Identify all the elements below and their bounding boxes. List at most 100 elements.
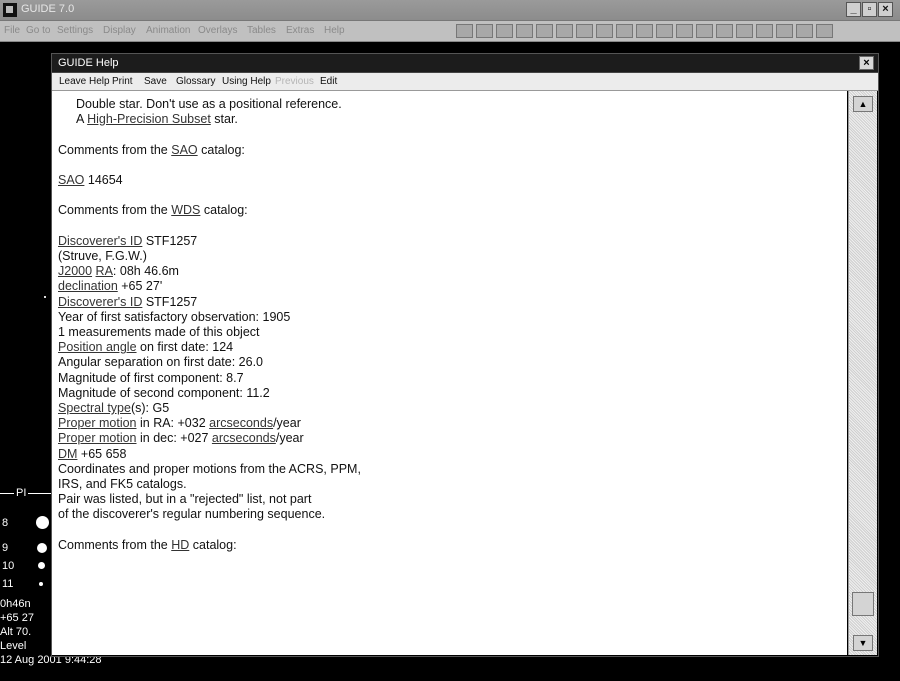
help-window: GUIDE Help × Leave Help Print Save Gloss… <box>51 53 879 657</box>
link-proper-motion[interactable]: Proper motion <box>58 416 137 430</box>
help-line: of the discoverer's regular numbering se… <box>58 507 326 522</box>
legend-label: 8 <box>2 517 9 529</box>
menu-extras[interactable]: Extras <box>286 25 314 36</box>
toolbar-button[interactable] <box>796 24 813 38</box>
toolbar-button[interactable] <box>716 24 733 38</box>
menu-help[interactable]: Help <box>324 25 345 36</box>
menu-file[interactable]: File <box>4 25 20 36</box>
link-sao[interactable]: SAO <box>58 173 84 187</box>
link-arcseconds[interactable]: arcseconds <box>209 416 273 430</box>
link-arcseconds[interactable]: arcseconds <box>212 431 276 445</box>
toolbar-button[interactable] <box>656 24 673 38</box>
link-ra[interactable]: RA <box>96 264 113 278</box>
help-line: Discoverer's ID STF1257 <box>58 233 198 248</box>
app-title: GUIDE 7.0 <box>21 3 75 15</box>
help-line: Angular separation on first date: 26.0 <box>58 355 263 370</box>
menu-tables[interactable]: Tables <box>247 25 276 36</box>
menu-glossary[interactable]: Glossary <box>176 76 215 87</box>
help-line: Proper motion in RA: +032 arcseconds/yea… <box>58 416 301 431</box>
link-discoverers-id[interactable]: Discoverer's ID <box>58 234 142 248</box>
menu-settings[interactable]: Settings <box>57 25 93 36</box>
toolbar-button[interactable] <box>596 24 613 38</box>
toolbar-button[interactable] <box>456 24 473 38</box>
menu-using-help[interactable]: Using Help <box>222 76 271 87</box>
toolbar-button[interactable] <box>696 24 713 38</box>
app-menu-bar: File Go to Settings Display Animation Ov… <box>0 21 900 42</box>
help-line: Proper motion in dec: +027 arcseconds/ye… <box>58 431 304 446</box>
help-line: J2000 RA: 08h 46.6m <box>58 264 179 279</box>
help-scrollbar[interactable]: ▲ ▼ <box>848 91 877 655</box>
legend-dot <box>39 582 43 586</box>
menu-print[interactable]: Print <box>112 76 133 87</box>
legend-header: PI <box>14 487 29 499</box>
help-content: Double star. Don't use as a positional r… <box>52 91 847 655</box>
close-button[interactable]: × <box>878 2 893 17</box>
toolbar-button[interactable] <box>496 24 513 38</box>
help-menu-bar: Leave Help Print Save Glossary Using Hel… <box>52 73 878 91</box>
help-line: Position angle on first date: 124 <box>58 340 234 355</box>
menu-overlays[interactable]: Overlays <box>198 25 237 36</box>
scroll-up-button[interactable]: ▲ <box>853 96 873 112</box>
maximize-button[interactable]: ▫ <box>862 2 877 17</box>
legend-dot <box>38 562 45 569</box>
link-discoverers-id[interactable]: Discoverer's ID <box>58 295 142 309</box>
toolbar-button[interactable] <box>556 24 573 38</box>
menu-leave-help[interactable]: Leave Help <box>59 76 110 87</box>
menu-save[interactable]: Save <box>144 76 167 87</box>
menu-goto[interactable]: Go to <box>26 25 50 36</box>
help-text: Double star. Don't use as a positional r… <box>58 97 838 553</box>
help-line: Magnitude of first component: 8.7 <box>58 370 244 385</box>
app-icon[interactable] <box>3 3 17 17</box>
toolbar-button[interactable] <box>476 24 493 38</box>
link-j2000[interactable]: J2000 <box>58 264 92 278</box>
menu-previous: Previous <box>275 76 314 87</box>
scroll-down-button[interactable]: ▼ <box>853 635 873 651</box>
link-spectral-type[interactable]: Spectral type <box>58 401 131 415</box>
link-proper-motion[interactable]: Proper motion <box>58 431 137 445</box>
menu-animation[interactable]: Animation <box>146 25 190 36</box>
toolbar-button[interactable] <box>536 24 553 38</box>
help-line: (Struve, F.G.W.) <box>58 248 147 263</box>
menu-display[interactable]: Display <box>103 25 136 36</box>
toolbar-button[interactable] <box>736 24 753 38</box>
toolbar-button[interactable] <box>756 24 773 38</box>
legend-label: 9 <box>2 542 9 554</box>
help-line: Coordinates and proper motions from the … <box>58 461 361 476</box>
legend-dot <box>37 543 47 553</box>
help-line: Magnitude of second component: 11.2 <box>58 385 270 400</box>
help-line: Year of first satisfactory observation: … <box>58 309 291 324</box>
menu-edit[interactable]: Edit <box>320 76 337 87</box>
minimize-button[interactable]: _ <box>846 2 861 17</box>
link-high-precision-subset[interactable]: High-Precision Subset <box>87 112 211 126</box>
link-hd[interactable]: HD <box>171 538 189 552</box>
help-line: Comments from the SAO catalog: <box>58 142 245 157</box>
star[interactable] <box>44 296 46 298</box>
help-line: IRS, and FK5 catalogs. <box>58 477 187 492</box>
toolbar-button[interactable] <box>816 24 833 38</box>
link-position-angle[interactable]: Position angle <box>58 340 137 354</box>
help-line: A High-Precision Subset star. <box>76 112 238 127</box>
legend-label: 10 <box>2 560 15 572</box>
help-line: Spectral type(s): G5 <box>58 401 170 415</box>
toolbar-button[interactable] <box>676 24 693 38</box>
legend-label: 11 <box>2 578 14 590</box>
link-wds[interactable]: WDS <box>171 203 200 217</box>
link-sao[interactable]: SAO <box>171 143 197 157</box>
toolbar-button[interactable] <box>616 24 633 38</box>
help-close-button[interactable]: × <box>859 56 874 70</box>
toolbar-button[interactable] <box>516 24 533 38</box>
app-title-bar: GUIDE 7.0 _ ▫ × <box>0 0 900 21</box>
link-dm[interactable]: DM <box>58 447 77 461</box>
toolbar-button[interactable] <box>576 24 593 38</box>
toolbar-button[interactable] <box>636 24 653 38</box>
help-line: Discoverer's ID STF1257 <box>58 294 198 309</box>
toolbar-button[interactable] <box>776 24 793 38</box>
help-line: Pair was listed, but in a "rejected" lis… <box>58 492 312 507</box>
help-line: Comments from the WDS catalog: <box>58 203 248 218</box>
help-title-bar[interactable]: GUIDE Help × <box>52 54 878 73</box>
scroll-thumb[interactable] <box>852 592 874 616</box>
help-line: SAO 14654 <box>58 172 123 187</box>
help-line: Double star. Don't use as a positional r… <box>76 97 342 111</box>
magnitude-legend: PI 8 9 10 11 <box>0 487 56 597</box>
link-declination[interactable]: declination <box>58 279 118 293</box>
